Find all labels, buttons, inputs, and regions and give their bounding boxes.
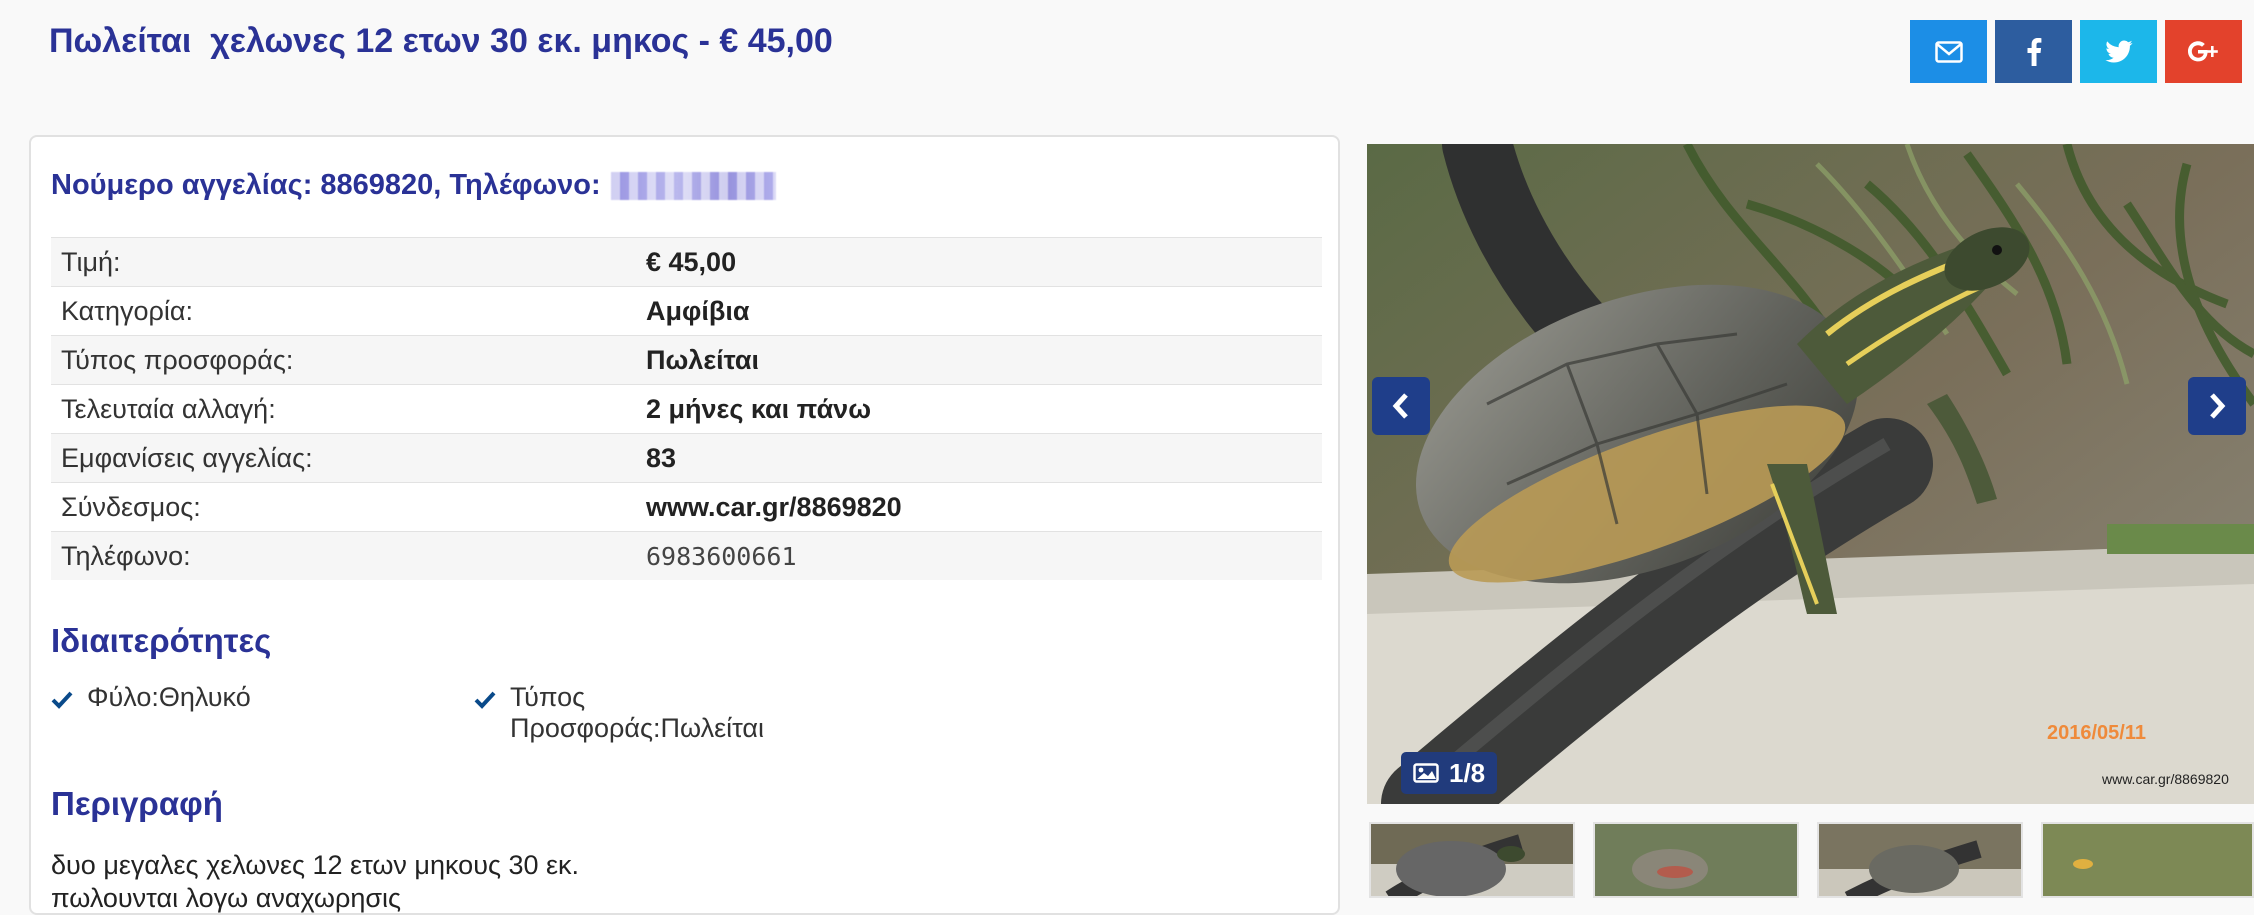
- gallery-prev-button[interactable]: [1372, 377, 1430, 435]
- detail-label: Εμφανίσεις αγγελίας:: [51, 433, 636, 483]
- share-google-plus-button[interactable]: [2165, 20, 2242, 83]
- table-row: Εμφανίσεις αγγελίας: 83: [51, 433, 1322, 483]
- chevron-right-icon: [2210, 393, 2226, 419]
- listing-number-label: Νούμερο αγγελίας: 8869820, Τηλέφωνο:: [51, 169, 601, 201]
- feature-text-line: Προσφοράς:Πωλείται: [510, 713, 765, 743]
- image-icon: [1413, 763, 1439, 783]
- feature-text: Τύπος Προσφοράς:Πωλείται: [510, 682, 764, 744]
- feature-text-line: Τύπος: [510, 682, 586, 712]
- table-row: Τελευταία αλλαγή: 2 μήνες και πάνω: [51, 384, 1322, 434]
- checkmark-icon: [51, 682, 87, 716]
- share-twitter-button[interactable]: [2080, 20, 2157, 83]
- phone-number[interactable]: 6983600661: [636, 531, 1322, 580]
- description-text: δυο μεγαλες χελωνες 12 ετων μηκους 30 εκ…: [51, 849, 579, 915]
- thumbnail-image: [1819, 824, 2021, 896]
- listing-link[interactable]: www.car.gr/8869820: [636, 482, 1322, 532]
- features-title: Ιδιαιτερότητες: [51, 622, 272, 659]
- detail-value: Πωλείται: [636, 335, 1322, 385]
- detail-label: Τηλέφωνο:: [51, 531, 636, 580]
- detail-label: Τιμή:: [51, 237, 636, 287]
- share-email-button[interactable]: [1910, 20, 1987, 83]
- detail-label: Σύνδεσμος:: [51, 482, 636, 532]
- blurred-phone-number: [610, 171, 776, 200]
- photo-date-stamp: 2016/05/11: [2047, 722, 2146, 744]
- share-facebook-button[interactable]: [1995, 20, 2072, 83]
- thumbnail-image: [1371, 824, 1573, 896]
- photo-watermark: www.car.gr/8869820: [2101, 771, 2229, 787]
- feature-item: Τύπος Προσφοράς:Πωλείται: [474, 682, 764, 744]
- details-table: Τιμή: € 45,00 Κατηγορία: Αμφίβια Τύπος π…: [51, 237, 1322, 580]
- checkmark-icon: [474, 682, 510, 744]
- detail-value: € 45,00: [636, 237, 1322, 287]
- twitter-icon: [2104, 40, 2132, 63]
- detail-label: Τύπος προσφοράς:: [51, 335, 636, 385]
- main-photo[interactable]: 2016/05/11 www.car.gr/8869820: [1367, 144, 2254, 804]
- envelope-icon: [1934, 40, 1963, 63]
- detail-value: 2 μήνες και πάνω: [636, 384, 1322, 434]
- description-line: πωλουνται λογω αναχωρησις: [51, 883, 402, 913]
- table-row: Τύπος προσφοράς: Πωλείται: [51, 335, 1322, 385]
- gallery-thumbnail[interactable]: [2041, 822, 2254, 898]
- gallery-thumbnail[interactable]: [1817, 822, 2023, 898]
- detail-label: Κατηγορία:: [51, 286, 636, 336]
- listing-panel: Νούμερο αγγελίας: 8869820, Τηλέφωνο: Τιμ…: [29, 135, 1340, 915]
- table-row: Κατηγορία: Αμφίβια: [51, 286, 1322, 336]
- detail-value: 83: [636, 433, 1322, 483]
- description-line: δυο μεγαλες χελωνες 12 ετων μηκους 30 εκ…: [51, 850, 580, 880]
- chevron-left-icon: [1392, 393, 1408, 419]
- photo-counter-text: 1/8: [1449, 757, 1486, 788]
- gallery-thumbnail[interactable]: [1593, 822, 1799, 898]
- photo-counter: 1/8: [1401, 752, 1498, 794]
- table-row: Τιμή: € 45,00: [51, 237, 1322, 287]
- feature-item: Φύλο:Θηλυκό: [51, 682, 251, 716]
- detail-label: Τελευταία αλλαγή:: [51, 384, 636, 434]
- thumbnail-image: [2043, 824, 2252, 896]
- description-title: Περιγραφή: [51, 785, 223, 822]
- facebook-icon: [2027, 37, 2041, 66]
- feature-text: Φύλο:Θηλυκό: [87, 682, 251, 712]
- table-row: Τηλέφωνο: 6983600661: [51, 531, 1322, 580]
- gallery-thumbnail[interactable]: [1369, 822, 1575, 898]
- listing-heading: Νούμερο αγγελίας: 8869820, Τηλέφωνο:: [51, 169, 776, 202]
- turtle-photo: 2016/05/11 www.car.gr/8869820: [1367, 144, 2254, 804]
- table-row: Σύνδεσμος: www.car.gr/8869820: [51, 482, 1322, 532]
- gallery-next-button[interactable]: [2188, 377, 2246, 435]
- page-title: Πωλείται χελωνες 12 ετων 30 εκ. μηκος - …: [49, 22, 833, 60]
- detail-value: Αμφίβια: [636, 286, 1322, 336]
- google-plus-icon: [2187, 40, 2218, 61]
- thumbnail-image: [1595, 824, 1797, 896]
